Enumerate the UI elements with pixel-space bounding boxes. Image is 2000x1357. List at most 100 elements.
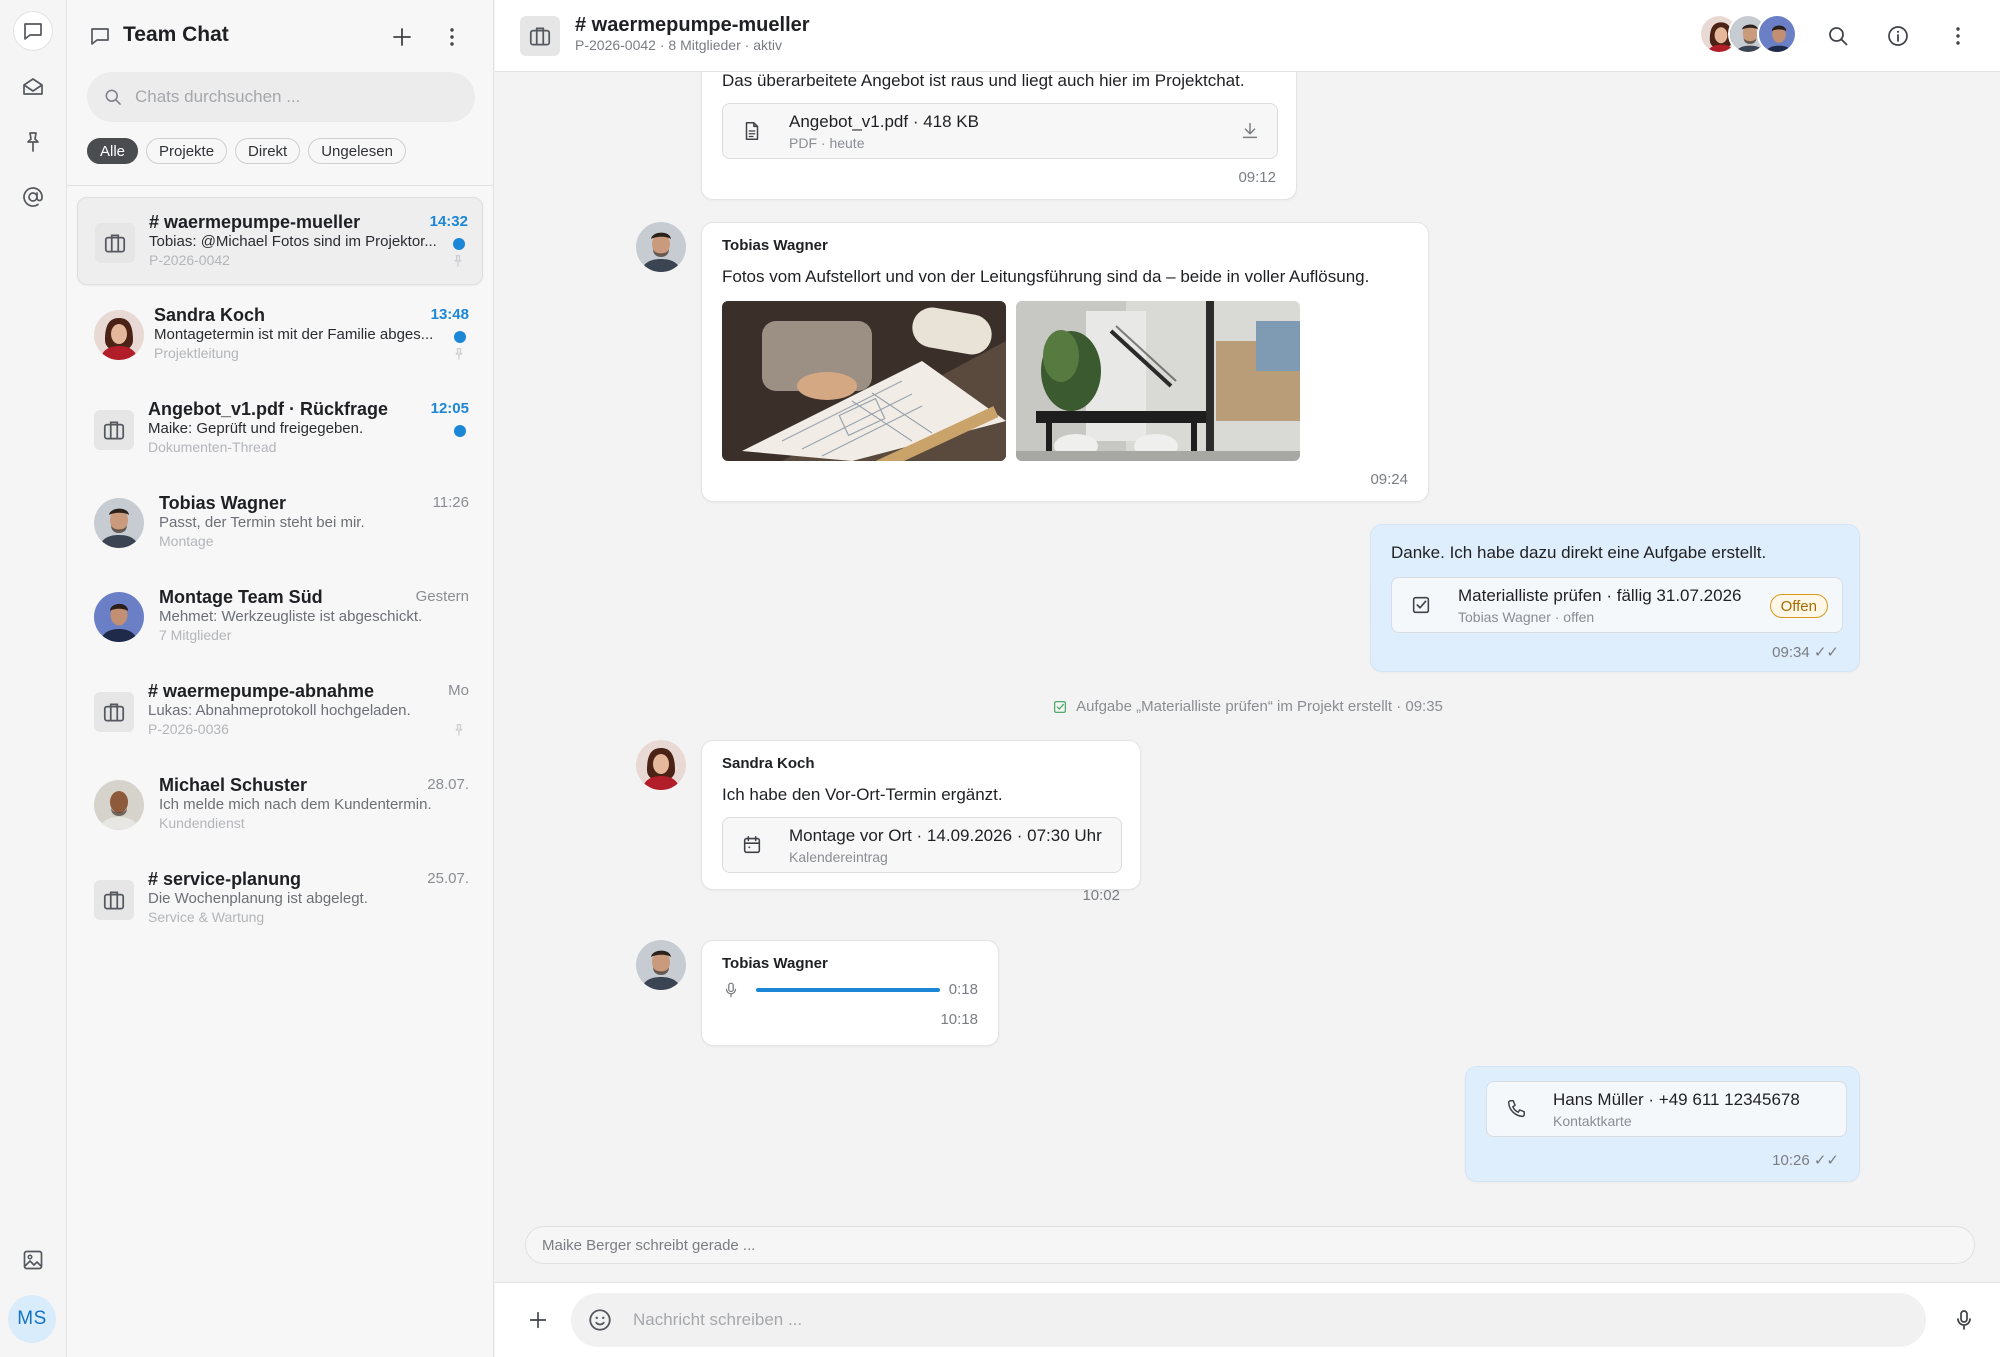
avatar[interactable] (636, 740, 686, 790)
chat-item-sub: P-2026-0036 (148, 721, 229, 737)
search-button[interactable] (1820, 18, 1856, 54)
message-time: 09:12 (1238, 169, 1276, 186)
project-icon (94, 410, 134, 450)
message-time: 10:26 ✓✓ (1772, 1152, 1839, 1169)
event-title: Montage vor Ort · 14.09.2026 · 07:30 Uhr (789, 826, 1102, 845)
info-icon (1886, 24, 1910, 48)
voice-message-bubble[interactable]: Tobias Wagner 0:18 10:18 (701, 940, 999, 1046)
pin-icon (452, 347, 466, 361)
event-sub: Kalendereintrag (789, 849, 888, 865)
chat-item-preview: Maike: Geprüft und freigegeben. (148, 420, 364, 437)
chat-list-panel: Team Chat Alle Projekte Direkt Ungelesen… (67, 0, 494, 1357)
rail-chats-button[interactable] (13, 11, 53, 51)
message-bubble: Das überarbeitete Angebot ist raus und l… (701, 72, 1297, 200)
new-chat-button[interactable] (385, 20, 419, 54)
plus-icon (527, 1309, 549, 1331)
system-message-text: Aufgabe „Materialliste prüfen“ im Projek… (1076, 698, 1443, 715)
file-attachment[interactable]: Angebot_v1.pdf · 418 KB PDF · heute (722, 103, 1278, 159)
message-time: 09:34 ✓✓ (1772, 644, 1839, 661)
message-bubble: Sandra Koch Ich habe den Vor-Ort-Termin … (701, 740, 1141, 904)
avatar (94, 592, 144, 642)
attachment-sub: PDF · heute (789, 135, 865, 151)
app-rail: MS (0, 0, 67, 1357)
filter-direkt[interactable]: Direkt (235, 138, 301, 164)
chat-item[interactable]: Angebot_v1.pdf · Rückfrage Maike: Geprüf… (77, 385, 483, 473)
voice-waveform[interactable] (756, 988, 940, 992)
typing-indicator: Maike Berger schreibt gerade ... (525, 1226, 1975, 1264)
task-sub: Tobias Wagner · offen (1458, 609, 1595, 625)
plus-icon (390, 25, 414, 49)
chat-item[interactable]: Montage Team Süd Mehmet: Werkzeugliste i… (77, 573, 483, 661)
message-sender: Sandra Koch (722, 755, 815, 772)
chat-item-time: 11:26 (432, 494, 469, 511)
rail-inbox-button[interactable] (13, 67, 53, 107)
channel-title[interactable]: # waermepumpe-mueller (575, 14, 810, 37)
chat-item-sub: Dokumenten-Thread (148, 439, 277, 455)
filter-projekte[interactable]: Projekte (146, 138, 228, 164)
message-text: Das überarbeitete Angebot ist raus und l… (722, 72, 1245, 90)
chat-item[interactable]: # waermepumpe-mueller Tobias: @Michael F… (77, 197, 483, 285)
unread-dot (454, 425, 466, 437)
info-button[interactable] (1880, 18, 1916, 54)
chat-item-preview: Ich melde mich nach dem Kundentermin. (159, 796, 432, 813)
chat-item[interactable]: # waermepumpe-abnahme Lukas: Abnahmeprot… (77, 667, 483, 755)
message-bubble-outgoing: Danke. Ich habe dazu direkt eine Aufgabe… (1370, 524, 1860, 672)
chat-item-sub: 7 Mitglieder (159, 627, 232, 643)
message-input[interactable] (633, 1307, 1893, 1333)
chat-header: # waermepumpe-mueller P-2026-0042 · 8 Mi… (495, 0, 2000, 72)
message-time: 10:18 (940, 1011, 978, 1028)
chat-item[interactable]: Sandra Koch Montagetermin ist mit der Fa… (77, 291, 483, 379)
chat-item-time: 28.07. (427, 776, 469, 793)
status-badge: Offen (1769, 594, 1828, 618)
chat-item-preview: Tobias: @Michael Fotos sind im Projektor… (149, 233, 437, 250)
attach-button[interactable] (521, 1303, 555, 1337)
mic-icon (1952, 1308, 1976, 1332)
photo-attachment[interactable] (722, 301, 1006, 461)
filter-alle[interactable]: Alle (87, 138, 139, 164)
user-avatar[interactable]: MS (8, 1295, 56, 1343)
search-icon (103, 87, 123, 107)
emoji-icon[interactable] (587, 1307, 613, 1333)
unread-dot (453, 238, 465, 250)
chat-item-sub: Projektleitung (154, 345, 239, 361)
contact-card[interactable]: Hans Müller · +49 611 12345678 Kontaktka… (1486, 1081, 1847, 1137)
contact-title: Hans Müller · +49 611 12345678 (1553, 1090, 1800, 1109)
avatar[interactable] (636, 940, 686, 990)
rail-pinned-button[interactable] (13, 122, 53, 162)
chat-item-time: 25.07. (427, 870, 469, 887)
list-more-button[interactable] (435, 20, 469, 54)
chat-item[interactable]: # service-planung Die Wochenplanung ist … (77, 855, 483, 943)
chat-item-preview: Die Wochenplanung ist abgelegt. (148, 890, 368, 907)
avatar[interactable] (636, 222, 686, 272)
chat-search-input[interactable] (135, 87, 455, 107)
chat-search (87, 72, 475, 122)
composer-field (571, 1293, 1926, 1347)
chat-item-name: Angebot_v1.pdf · Rückfrage (148, 399, 389, 419)
project-icon (520, 16, 560, 56)
rail-mentions-button[interactable] (13, 177, 53, 217)
voice-record-button[interactable] (1947, 1303, 1981, 1337)
header-more-button[interactable] (1940, 18, 1976, 54)
chat-filters: Alle Projekte Direkt Ungelesen (87, 138, 406, 164)
download-icon[interactable] (1239, 120, 1261, 142)
rail-media-button[interactable] (13, 1240, 53, 1280)
member-avatar[interactable] (1757, 14, 1797, 54)
calendar-card[interactable]: Montage vor Ort · 14.09.2026 · 07:30 Uhr… (722, 817, 1122, 873)
chat-item[interactable]: Tobias Wagner Passt, der Termin steht be… (77, 479, 483, 567)
message-bubble-outgoing: Hans Müller · +49 611 12345678 Kontaktka… (1465, 1066, 1860, 1182)
contact-sub: Kontaktkarte (1553, 1113, 1632, 1129)
avatar (94, 498, 144, 548)
chat-item-name: # waermepumpe-mueller (149, 212, 361, 232)
chat-list-header: Team Chat Alle Projekte Direkt Ungelesen (67, 0, 494, 186)
task-card[interactable]: Materialliste prüfen · fällig 31.07.2026… (1391, 577, 1843, 633)
message-list: Das überarbeitete Angebot ist raus und l… (495, 72, 2000, 1282)
pin-icon (452, 723, 466, 737)
chat-item-name: # waermepumpe-abnahme (148, 681, 375, 701)
photo-attachment[interactable] (1016, 301, 1300, 461)
filter-ungelesen[interactable]: Ungelesen (308, 138, 406, 164)
chat-item-name: Tobias Wagner (159, 493, 287, 513)
chat-item[interactable]: Michael Schuster Ich melde mich nach dem… (77, 761, 483, 849)
chat-item-sub: Montage (159, 533, 214, 549)
chat-item-name: Sandra Koch (154, 305, 266, 325)
task-check-icon (1052, 699, 1068, 715)
